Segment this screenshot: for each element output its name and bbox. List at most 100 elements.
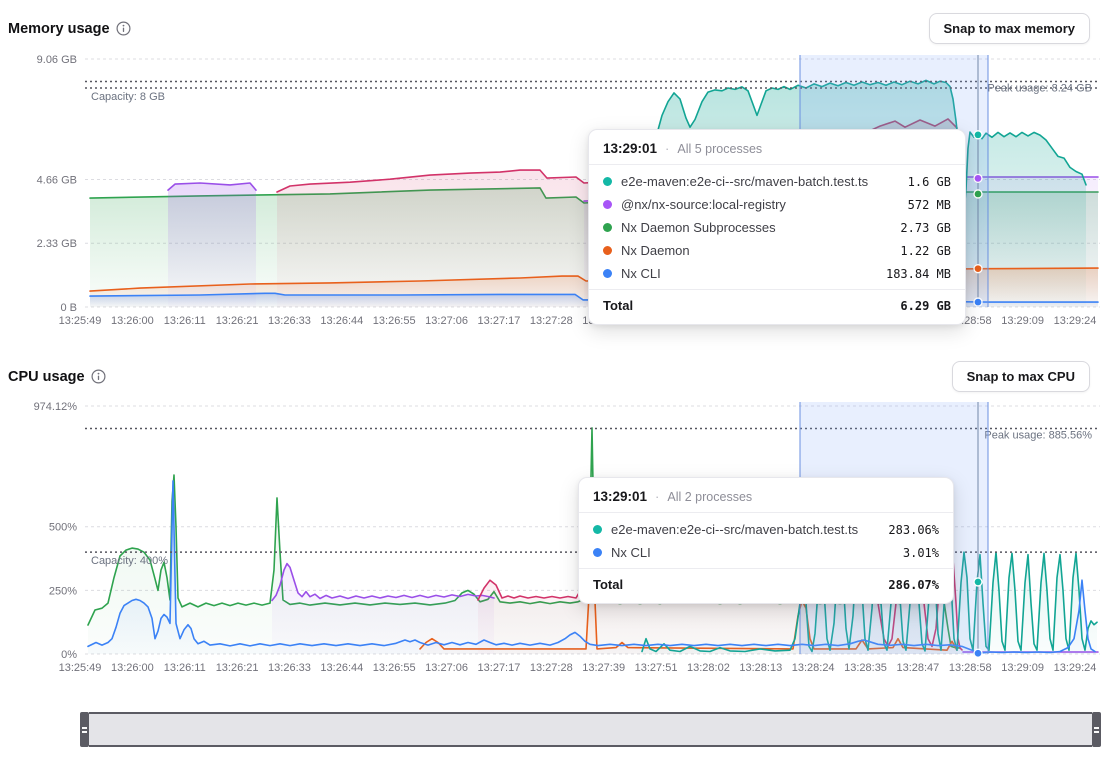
x-tick-label: 13:27:28 <box>530 662 573 674</box>
x-tick-label: 13:27:17 <box>478 662 521 674</box>
x-tick-label: 13:26:44 <box>320 662 363 674</box>
tooltip-total-label: Total <box>603 298 633 313</box>
tooltip-row: Nx CLI 183.84 MB <box>603 262 951 285</box>
cpu-section-header: CPU usage Snap to max CPU <box>8 361 1090 392</box>
x-tick-label: 13:27:51 <box>635 662 678 674</box>
brush-track[interactable] <box>89 712 1092 747</box>
hover-dot <box>974 131 982 139</box>
memory-usage-title: Memory usage <box>8 21 110 37</box>
memory-section-header: Memory usage Snap to max memory <box>8 13 1090 44</box>
tooltip-row: Nx CLI3.01% <box>593 541 939 564</box>
process-value: 1.22 GB <box>900 244 951 258</box>
memory-tooltip: 13:29:01 · All 5 processes e2e-maven:e2e… <box>588 129 966 325</box>
capacity-label: Capacity: 8 GB <box>91 91 165 103</box>
cpu-usage-title: CPU usage <box>8 369 85 385</box>
peak-label: Peak usage: 8.24 GB <box>987 82 1092 94</box>
series-color-dot <box>603 200 612 209</box>
nx-profiler-page: Memory usage Snap to max memory CPU usag… <box>0 0 1118 761</box>
process-name: e2e-maven:e2e-ci--src/maven-batch.test.t… <box>611 522 858 537</box>
x-tick-label: 13:26:00 <box>111 662 154 674</box>
x-tick-label: 13:26:44 <box>320 315 363 327</box>
x-tick-label: 13:27:06 <box>425 662 468 674</box>
series-color-dot <box>593 548 602 557</box>
time-range-brush[interactable] <box>80 712 1101 747</box>
series-area <box>272 564 494 654</box>
tooltip-subtitle: All 2 processes <box>667 490 752 504</box>
tooltip-total-row: Total 6.29 GB <box>589 289 965 324</box>
x-tick-label: 13:26:00 <box>111 315 154 327</box>
tooltip-rows: e2e-maven:e2e-ci--src/maven-batch.test.t… <box>589 165 965 289</box>
process-value: 2.73 GB <box>900 221 951 235</box>
x-tick-label: 13:29:09 <box>1001 662 1044 674</box>
series-color-dot <box>593 525 602 534</box>
snap-to-max-memory-button[interactable]: Snap to max memory <box>929 13 1091 44</box>
tooltip-row: Nx Daemon 1.22 GB <box>603 239 951 262</box>
tooltip-total-label: Total <box>593 577 623 592</box>
x-tick-label: 13:28:13 <box>739 662 782 674</box>
y-tick-label: 9.06 GB <box>37 54 77 66</box>
x-tick-label: 13:26:55 <box>373 662 416 674</box>
tooltip-rows: e2e-maven:e2e-ci--src/maven-batch.test.t… <box>579 513 953 568</box>
y-tick-label: 0% <box>61 649 77 661</box>
x-tick-label: 13:29:09 <box>1001 315 1044 327</box>
info-icon[interactable] <box>91 369 106 384</box>
process-name: Nx Daemon Subprocesses <box>621 220 776 235</box>
x-tick-label: 13:27:06 <box>425 315 468 327</box>
x-tick-label: 13:26:11 <box>164 662 206 674</box>
hover-dot <box>974 190 982 198</box>
tooltip-row: Nx Daemon Subprocesses 2.73 GB <box>603 216 951 239</box>
tooltip-subtitle: All 5 processes <box>677 142 762 156</box>
hover-dot <box>974 578 982 586</box>
brush-handle-left[interactable] <box>80 712 89 747</box>
x-tick-label: 13:28:24 <box>792 662 835 674</box>
process-value: 283.06% <box>888 523 939 537</box>
process-name: Nx CLI <box>621 266 661 281</box>
tooltip-total-row: Total 286.07% <box>579 568 953 603</box>
x-tick-label: 13:29:24 <box>1054 315 1097 327</box>
process-value: 3.01% <box>903 546 939 560</box>
x-tick-label: 13:28:58 <box>949 662 992 674</box>
series-color-dot <box>603 177 612 186</box>
process-name: Nx Daemon <box>621 243 690 258</box>
tooltip-header: 13:29:01 · All 2 processes <box>579 478 953 513</box>
y-tick-label: 500% <box>49 522 77 534</box>
brush-handle-right[interactable] <box>1092 712 1101 747</box>
x-tick-label: 13:26:11 <box>164 315 206 327</box>
process-value: 1.6 GB <box>908 175 951 189</box>
x-tick-label: 13:27:28 <box>530 315 573 327</box>
series-color-dot <box>603 223 612 232</box>
x-tick-label: 13:29:24 <box>1054 662 1097 674</box>
y-tick-label: 974.12% <box>34 401 78 413</box>
y-tick-label: 4.66 GB <box>37 174 77 186</box>
tooltip-total-value: 6.29 GB <box>900 299 951 313</box>
tooltip-time: 13:29:01 <box>593 489 647 504</box>
snap-to-max-cpu-button[interactable]: Snap to max CPU <box>952 361 1090 392</box>
capacity-label: Capacity: 400% <box>91 555 168 567</box>
x-tick-label: 13:27:39 <box>582 662 625 674</box>
tooltip-row: e2e-maven:e2e-ci--src/maven-batch.test.t… <box>593 518 939 541</box>
series-color-dot <box>603 269 612 278</box>
tooltip-header: 13:29:01 · All 5 processes <box>589 130 965 165</box>
hover-dot <box>974 174 982 182</box>
tooltip-separator: · <box>665 141 669 156</box>
x-tick-label: 13:25:49 <box>59 315 102 327</box>
x-tick-label: 13:26:21 <box>216 662 259 674</box>
hover-dot <box>974 649 982 657</box>
x-tick-label: 13:28:47 <box>896 662 939 674</box>
x-tick-label: 13:26:55 <box>373 315 416 327</box>
tooltip-separator: · <box>655 489 659 504</box>
y-tick-label: 250% <box>49 585 77 597</box>
tooltip-row: e2e-maven:e2e-ci--src/maven-batch.test.t… <box>603 170 951 193</box>
series-color-dot <box>603 246 612 255</box>
process-name: e2e-maven:e2e-ci--src/maven-batch.test.t… <box>621 174 868 189</box>
x-tick-label: 13:26:21 <box>216 315 259 327</box>
info-icon[interactable] <box>116 21 131 36</box>
y-tick-label: 2.33 GB <box>37 238 77 250</box>
process-name: @nx/nx-source:local-registry <box>621 197 786 212</box>
cpu-tooltip: 13:29:01 · All 2 processes e2e-maven:e2e… <box>578 477 954 604</box>
hover-dot <box>974 298 982 306</box>
hover-dot <box>974 265 982 273</box>
x-tick-label: 13:28:35 <box>844 662 887 674</box>
process-value: 183.84 MB <box>886 267 951 281</box>
tooltip-time: 13:29:01 <box>603 141 657 156</box>
